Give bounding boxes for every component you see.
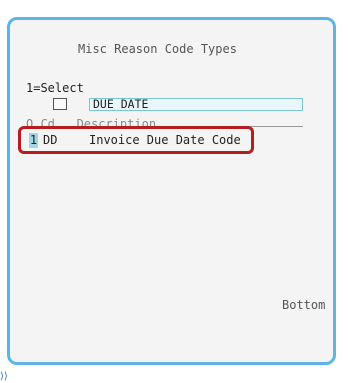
- window-title: Misc Reason Code Types: [78, 42, 237, 56]
- row-description: Invoice Due Date Code: [89, 133, 241, 147]
- select-legend: 1=Select: [26, 81, 84, 95]
- chevron-right-icon: ⟩⟩: [0, 371, 8, 382]
- bottom-indicator: Bottom: [282, 298, 326, 312]
- column-headers: O Cd Description: [26, 118, 157, 126]
- reason-code-window: Misc Reason Code Types 1=Select DUE DATE…: [7, 17, 336, 365]
- filter-option-checkbox[interactable]: [53, 98, 67, 110]
- row-code: DD: [43, 133, 58, 147]
- row-option-input[interactable]: 1: [29, 133, 38, 148]
- description-filter-input[interactable]: DUE DATE: [89, 98, 303, 111]
